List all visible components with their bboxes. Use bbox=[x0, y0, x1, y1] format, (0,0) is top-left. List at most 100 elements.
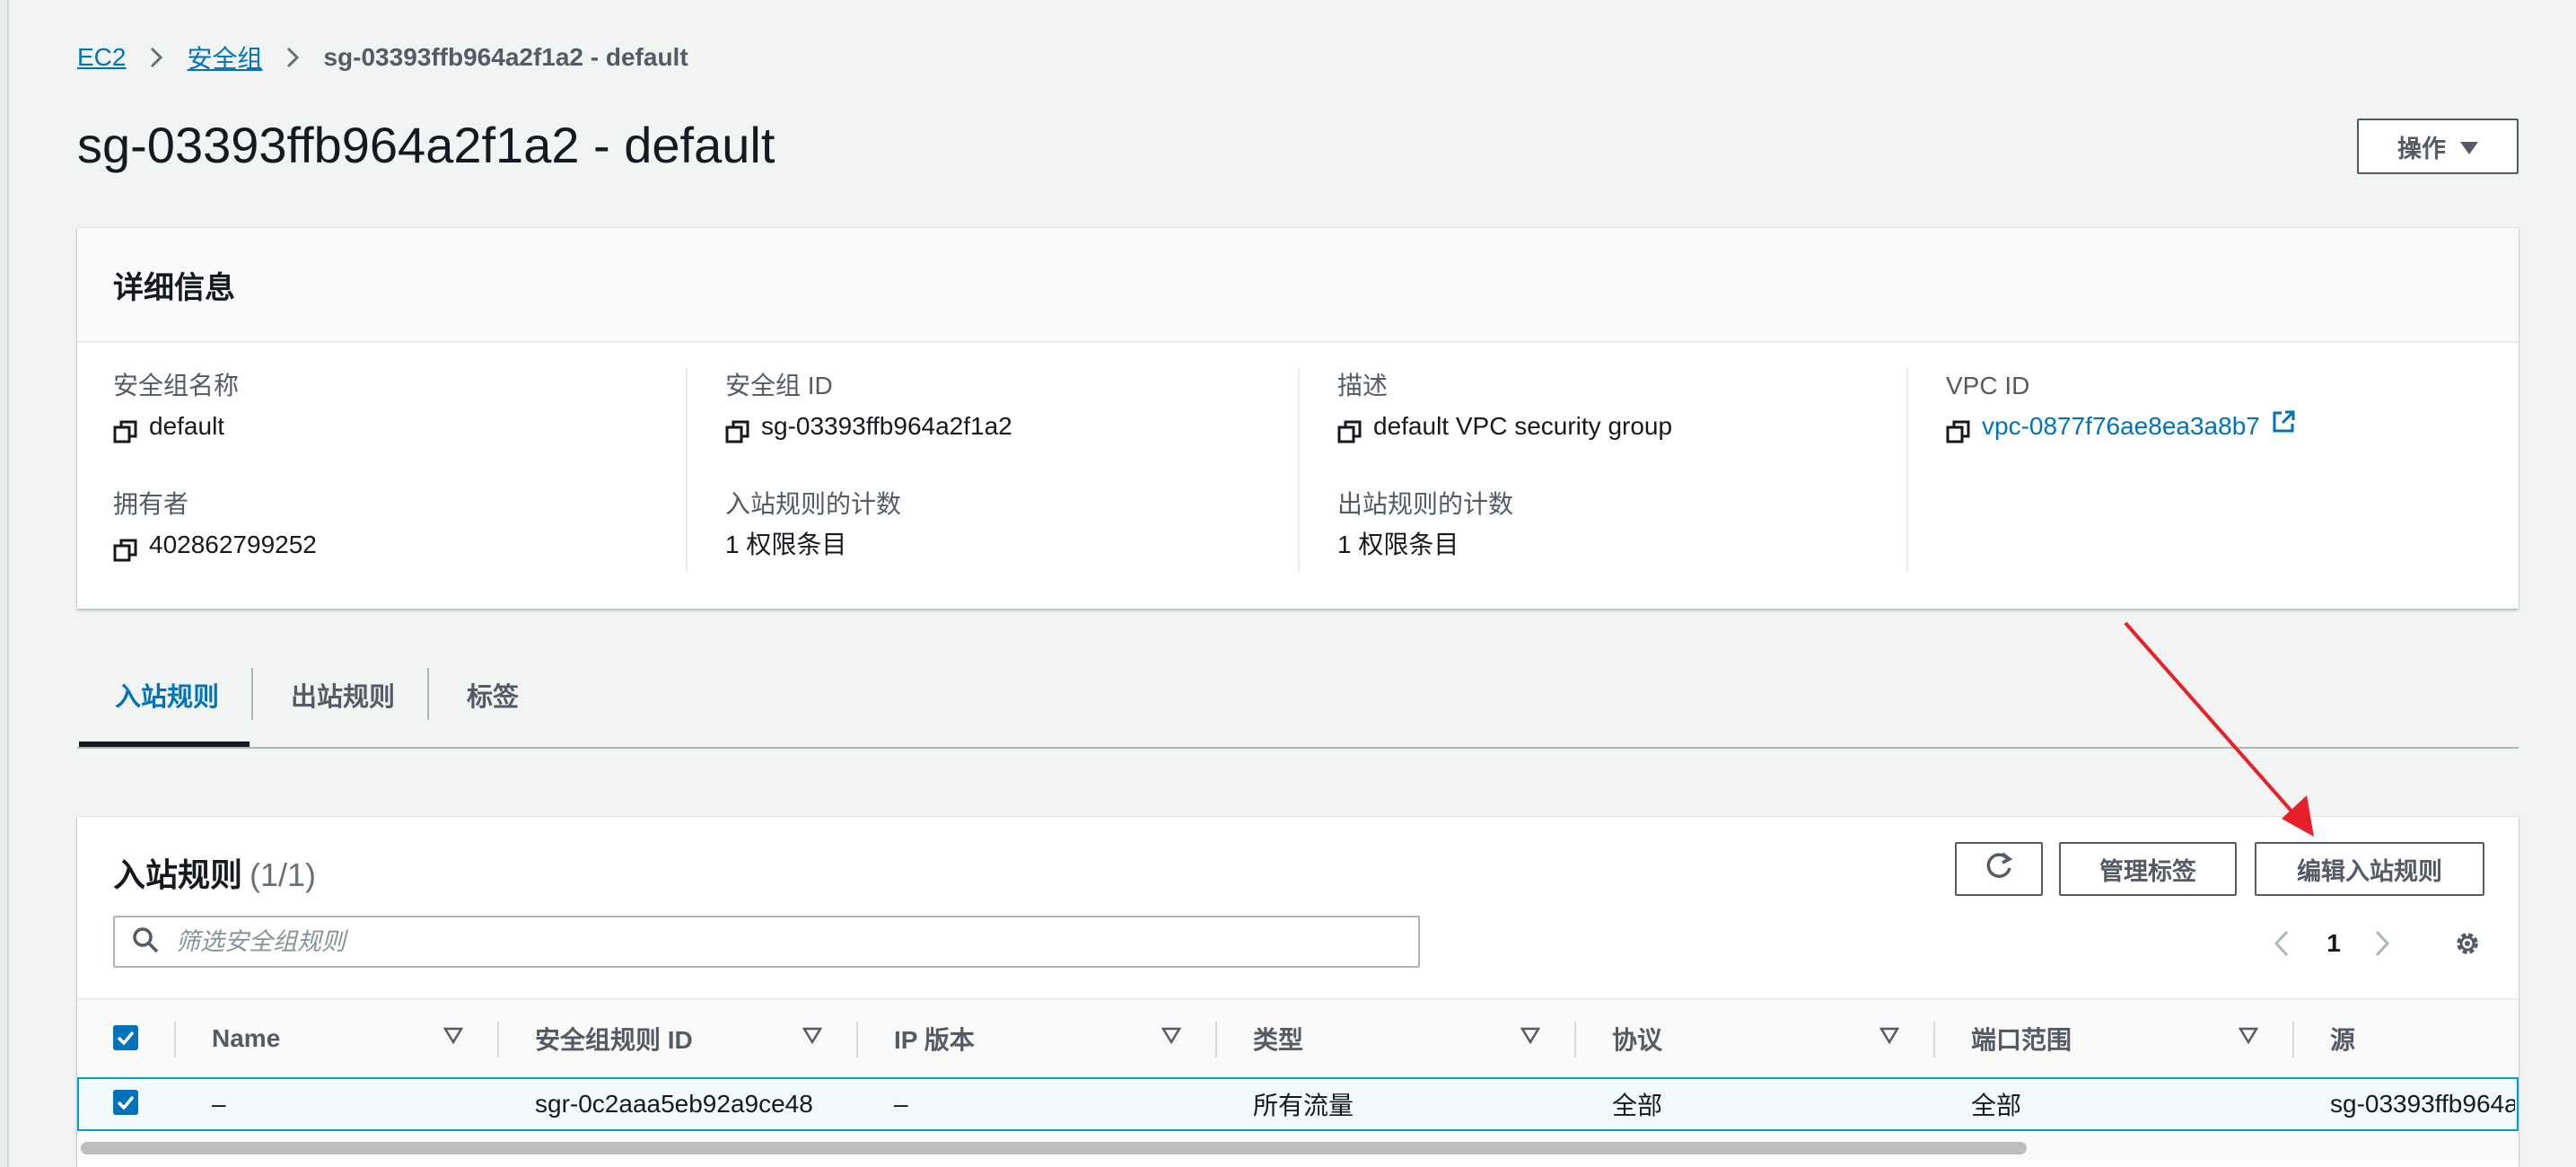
table-header: Name 安全组规则 ID IP 版本 类型 协议 端口范围 源 bbox=[77, 998, 2519, 1079]
filter-rules-input[interactable] bbox=[174, 926, 1345, 957]
column-divider bbox=[174, 1022, 176, 1057]
tab-outbound-rules[interactable]: 出站规则 bbox=[291, 670, 395, 720]
rules-panel-title: 入站规则 (1/1) bbox=[113, 849, 316, 896]
breadcrumb-current: sg-03393ffb964a2f1a2 - default bbox=[323, 43, 688, 71]
column-header-protocol[interactable]: 协议 bbox=[1612, 1000, 1662, 1077]
field-label: VPC ID bbox=[1946, 372, 2030, 399]
page-title: sg-03393ffb964a2f1a2 - default bbox=[77, 117, 775, 173]
row-checkbox[interactable] bbox=[113, 1090, 138, 1115]
chevron-right-icon bbox=[285, 46, 300, 69]
field-label: 描述 bbox=[1337, 372, 1389, 399]
chevron-left-icon[interactable] bbox=[2264, 921, 2300, 966]
active-tab-indicator bbox=[79, 741, 250, 747]
gear-icon[interactable] bbox=[2447, 921, 2488, 966]
cell-type: 所有流量 bbox=[1253, 1092, 1354, 1119]
field-value: 1 权限条目 bbox=[725, 531, 847, 558]
field-value: default VPC security group bbox=[1373, 412, 1673, 440]
field-value: sg-03393ffb964a2f1a2 bbox=[761, 412, 1012, 440]
field-outbound-count: 出站规则的计数 1 权限条目 bbox=[1337, 487, 1912, 605]
sort-icon[interactable] bbox=[1161, 1027, 1182, 1049]
breadcrumb-security-groups-link[interactable]: 安全组 bbox=[187, 39, 262, 75]
field-label: 安全组名称 bbox=[113, 372, 240, 399]
column-header-rule-id[interactable]: 安全组规则 ID bbox=[535, 1000, 693, 1077]
chevron-right-icon[interactable] bbox=[2364, 921, 2400, 966]
sort-icon[interactable] bbox=[442, 1027, 464, 1049]
tab-inbound-rules[interactable]: 入站规则 bbox=[115, 670, 219, 720]
column-header-port-range[interactable]: 端口范围 bbox=[1971, 1000, 2072, 1077]
field-sg-name: 安全组名称 default bbox=[113, 368, 688, 487]
column-header-type[interactable]: 类型 bbox=[1253, 1000, 1303, 1077]
inbound-rules-panel: 入站规则(1/1) 管理标签 编辑入站规则 1 Name bbox=[77, 817, 2519, 1167]
column-divider bbox=[686, 368, 688, 571]
select-all-checkbox[interactable] bbox=[113, 1025, 138, 1050]
rules-count: (1/1) bbox=[250, 856, 317, 893]
refresh-button[interactable] bbox=[1955, 842, 2043, 896]
column-divider bbox=[1906, 368, 1908, 571]
column-divider bbox=[497, 1022, 499, 1057]
table-row[interactable]: – sgr-0c2aaa5eb92a9ce48 – 所有流量 全部 全部 sg-… bbox=[77, 1077, 2519, 1131]
column-divider bbox=[1933, 1022, 1935, 1057]
sort-icon[interactable] bbox=[1520, 1027, 1541, 1049]
edit-inbound-rules-button[interactable]: 编辑入站规则 bbox=[2255, 842, 2484, 896]
left-nav-edge bbox=[0, 0, 9, 1167]
vpc-id-link[interactable]: vpc-0877f76ae8ea3a8b7 bbox=[1982, 404, 2260, 449]
sort-icon[interactable] bbox=[802, 1027, 823, 1049]
actions-dropdown-button[interactable]: 操作 bbox=[2357, 118, 2519, 174]
column-divider bbox=[1298, 368, 1300, 571]
actions-button-label: 操作 bbox=[2397, 135, 2446, 162]
cell-protocol: 全部 bbox=[1612, 1092, 1663, 1119]
cell-rule-id: sgr-0c2aaa5eb92a9ce48 bbox=[535, 1090, 813, 1118]
scrollbar-thumb[interactable] bbox=[81, 1142, 2027, 1154]
field-label: 出站规则的计数 bbox=[1337, 490, 1514, 518]
column-divider bbox=[1215, 1022, 1217, 1057]
field-value: 1 权限条目 bbox=[1337, 531, 1459, 558]
copy-icon[interactable] bbox=[1946, 414, 1971, 443]
field-value: 402862799252 bbox=[149, 531, 317, 558]
cell-source: sg-03393ffb964a2f1a2 bbox=[2330, 1090, 2515, 1118]
refresh-icon bbox=[1983, 850, 2015, 889]
column-divider bbox=[1574, 1022, 1576, 1057]
field-vpc-id: VPC ID vpc-0877f76ae8ea3a8b7 bbox=[1946, 368, 2520, 487]
tab-divider bbox=[427, 668, 429, 720]
column-header-name[interactable]: Name bbox=[212, 1000, 280, 1077]
breadcrumb: EC2 安全组 sg-03393ffb964a2f1a2 - default bbox=[77, 38, 688, 77]
details-column-2: 安全组 ID sg-03393ffb964a2f1a2 入站规则的计数 1 权限… bbox=[686, 368, 1300, 605]
field-owner: 拥有者 402862799252 bbox=[113, 487, 688, 605]
breadcrumb-ec2-link[interactable]: EC2 bbox=[77, 43, 126, 72]
sort-icon[interactable] bbox=[2238, 1027, 2259, 1049]
column-header-ip-version[interactable]: IP 版本 bbox=[894, 1000, 975, 1077]
tab-divider bbox=[251, 668, 253, 720]
field-description: 描述 default VPC security group bbox=[1337, 368, 1912, 487]
cell-ip-version: – bbox=[894, 1090, 908, 1118]
copy-icon[interactable] bbox=[725, 414, 750, 443]
chevron-right-icon bbox=[149, 46, 163, 69]
copy-icon[interactable] bbox=[1337, 414, 1362, 443]
annotation-arrow bbox=[2124, 621, 2314, 837]
field-value: default bbox=[149, 412, 225, 440]
copy-icon[interactable] bbox=[113, 414, 138, 443]
tab-tags[interactable]: 标签 bbox=[467, 670, 519, 720]
details-header: 详细信息 bbox=[77, 228, 2519, 343]
details-column-1: 安全组名称 default 拥有者 402862799252 bbox=[113, 368, 688, 605]
field-label: 入站规则的计数 bbox=[725, 490, 902, 518]
page-number[interactable]: 1 bbox=[2316, 921, 2352, 966]
copy-icon[interactable] bbox=[113, 532, 138, 562]
field-label: 安全组 ID bbox=[725, 372, 833, 399]
field-inbound-count: 入站规则的计数 1 权限条目 bbox=[725, 487, 1300, 605]
search-icon bbox=[131, 926, 160, 959]
column-divider bbox=[2292, 1022, 2294, 1057]
column-divider bbox=[856, 1022, 858, 1057]
column-header-source[interactable]: 源 bbox=[2330, 1000, 2355, 1077]
horizontal-scrollbar[interactable] bbox=[77, 1135, 2519, 1160]
sort-icon[interactable] bbox=[1879, 1027, 1900, 1049]
field-sg-id: 安全组 ID sg-03393ffb964a2f1a2 bbox=[725, 368, 1300, 487]
cell-port-range: 全部 bbox=[1971, 1092, 2022, 1119]
filter-search-box bbox=[113, 916, 1420, 968]
cell-name: – bbox=[212, 1090, 226, 1118]
details-column-4: VPC ID vpc-0877f76ae8ea3a8b7 bbox=[1906, 368, 2520, 571]
rules-title-text: 入站规则 bbox=[113, 856, 243, 893]
details-panel: 详细信息 安全组名称 default 拥有者 402862799252 安全组 bbox=[77, 228, 2519, 609]
manage-tags-button[interactable]: 管理标签 bbox=[2059, 842, 2237, 896]
external-link-icon[interactable] bbox=[2271, 404, 2296, 449]
caret-down-icon bbox=[2460, 133, 2478, 161]
